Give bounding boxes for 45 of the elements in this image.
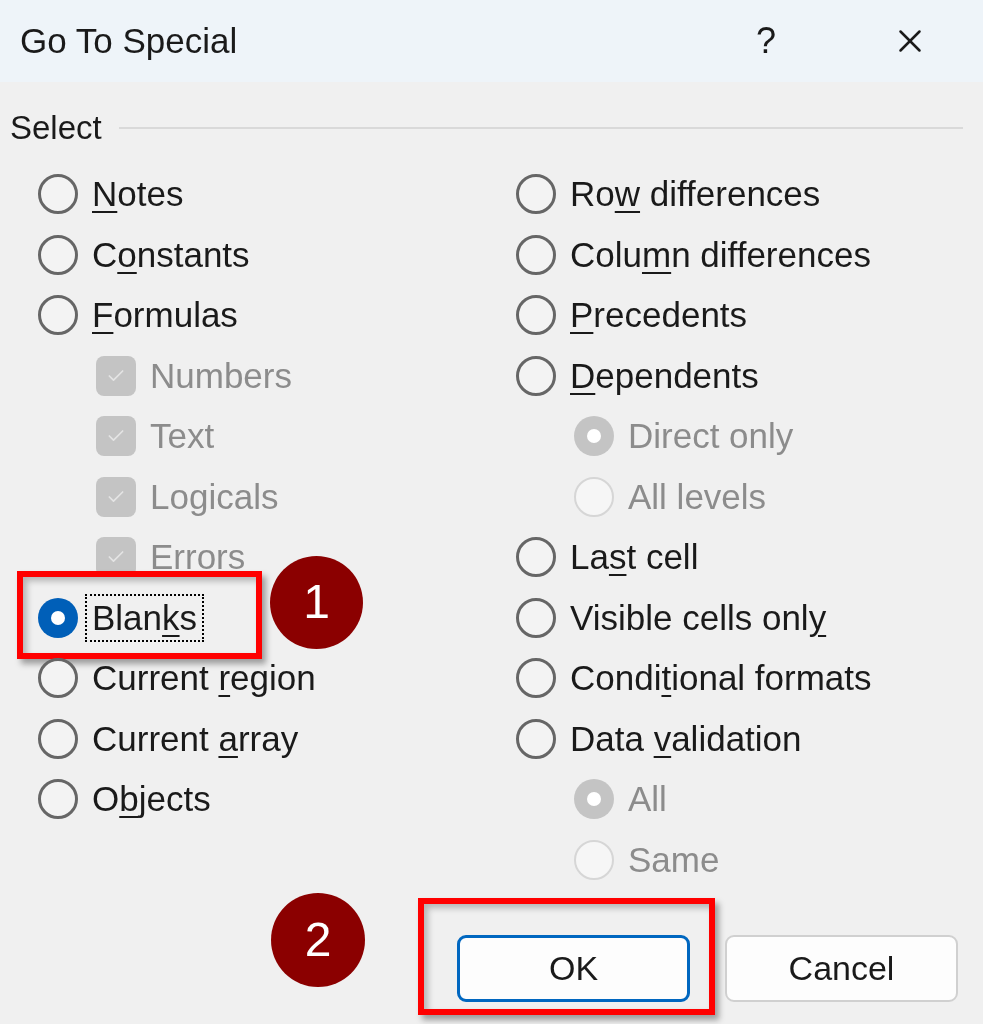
step-badge: 2 [271, 893, 365, 987]
option-label: Text [149, 415, 216, 458]
option-label: Precedents [569, 294, 749, 337]
option-label: Data validation [569, 717, 803, 760]
option-label: Conditional formats [569, 657, 873, 700]
option-label: Current array [91, 717, 300, 760]
option-label: Current region [91, 657, 317, 700]
radio-button[interactable] [38, 174, 78, 215]
group-label: Select [10, 108, 102, 148]
cancel-button[interactable]: Cancel [725, 935, 958, 1002]
radio-button[interactable] [516, 355, 556, 396]
ok-button[interactable]: OK [457, 935, 690, 1002]
option-label: All [627, 778, 668, 821]
option-label: Errors [149, 536, 247, 579]
radio-button[interactable] [38, 718, 78, 759]
help-button[interactable]: ? [731, 11, 801, 71]
step-badge: 1 [270, 555, 363, 649]
option-label: Numbers [149, 354, 293, 397]
option-label: Last cell [569, 536, 700, 579]
option-label: Notes [91, 173, 185, 216]
radio-button[interactable] [38, 295, 78, 336]
option-label: Dependents [569, 354, 760, 397]
window-title: Go To Special [20, 19, 238, 62]
radio-button[interactable] [38, 597, 78, 638]
radio-button[interactable] [38, 779, 78, 820]
radio-button[interactable] [516, 718, 556, 759]
radio-button[interactable] [516, 537, 556, 578]
option-label: All levels [627, 475, 768, 518]
option-label: Same [627, 838, 721, 881]
option-label: Direct only [627, 415, 795, 458]
option-label: Column differences [569, 233, 872, 276]
radio-button[interactable] [516, 658, 556, 699]
option-label: Row differences [569, 173, 822, 216]
radio-button[interactable] [516, 234, 556, 275]
radio-button[interactable] [38, 658, 78, 699]
option-label: Objects [91, 778, 212, 821]
option-label: Visible cells only [569, 596, 828, 639]
option-label: Logicals [149, 475, 280, 518]
radio-button[interactable] [516, 295, 556, 336]
option-label: Constants [91, 233, 251, 276]
radio-button[interactable] [516, 174, 556, 215]
radio-button[interactable] [38, 234, 78, 275]
radio-button[interactable] [516, 597, 556, 638]
option-label: Blanks [85, 593, 205, 642]
option-label: Formulas [91, 294, 239, 337]
